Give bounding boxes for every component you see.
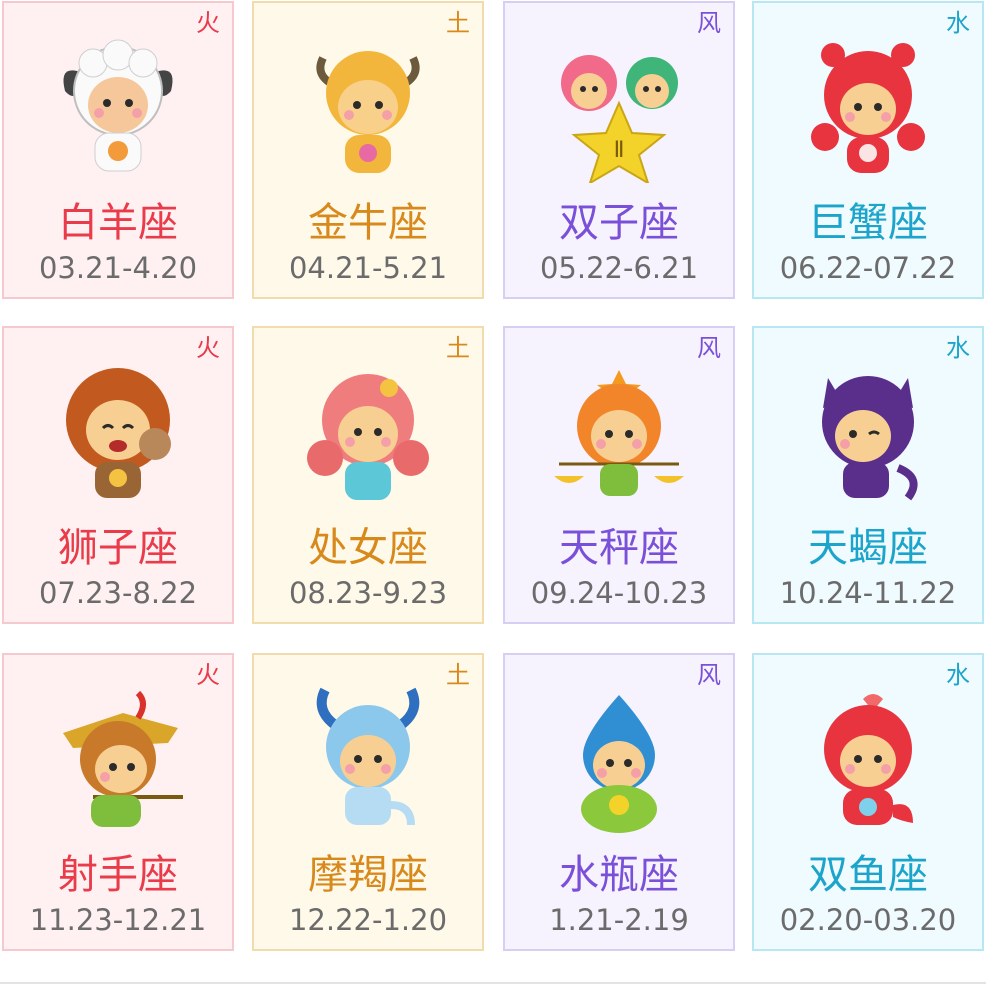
zodiac-card-aquarius[interactable]: 风 水瓶座 1.21-2.19 (503, 653, 735, 951)
element-label: 土 (446, 334, 470, 362)
zodiac-card-cancer[interactable]: 水 巨蟹座 06.22-07.22 (752, 1, 984, 299)
zodiac-card-gemini[interactable]: 风 Ⅱ 双子座 05.22-6.21 (503, 1, 735, 299)
zodiac-name: 水瓶座 (559, 852, 679, 898)
element-label: 土 (446, 661, 470, 689)
zodiac-name: 白羊座 (58, 200, 178, 246)
aries-character-icon (63, 39, 173, 172)
zodiac-card-capricorn[interactable]: 土 摩羯座 12.22-1.20 (252, 653, 484, 951)
zodiac-name: 天秤座 (559, 525, 679, 571)
virgo-character-icon (307, 374, 429, 500)
zodiac-grid: 火 白羊座 03.21-4.20 土 金牛座 04.21-5.21 风 Ⅱ 双子… (0, 0, 986, 988)
zodiac-dates: 03.21-4.20 (38, 251, 198, 285)
zodiac-card-virgo[interactable]: 土 处女座 08.23-9.23 (252, 326, 484, 624)
zodiac-dates: 09.24-10.23 (530, 576, 708, 610)
element-label: 水 (946, 9, 970, 37)
zodiac-dates: 11.23-12.21 (29, 903, 207, 937)
leo-character-icon (66, 368, 171, 498)
zodiac-name: 金牛座 (308, 200, 428, 246)
zodiac-card-sagittarius[interactable]: 火 射手座 11.23-12.21 (2, 653, 234, 951)
capricorn-character-icon (316, 687, 420, 826)
element-label: 火 (196, 661, 220, 689)
zodiac-dates: 08.23-9.23 (288, 576, 448, 610)
zodiac-name: 天蝎座 (808, 525, 928, 571)
zodiac-dates: 10.24-11.22 (779, 576, 957, 610)
element-label: 水 (946, 661, 970, 689)
element-label: 火 (196, 334, 220, 362)
element-label: 火 (196, 9, 220, 37)
sagittarius-character-icon (63, 690, 183, 827)
element-label: 风 (697, 661, 721, 689)
zodiac-dates: 06.22-07.22 (779, 251, 957, 285)
libra-character-icon (554, 370, 684, 496)
cancer-character-icon (811, 43, 925, 173)
element-label: 风 (697, 9, 721, 37)
pisces-character-icon (824, 694, 913, 825)
aquarius-character-icon (581, 695, 657, 833)
zodiac-card-aries[interactable]: 火 白羊座 03.21-4.20 (2, 1, 234, 299)
zodiac-card-leo[interactable]: 火 狮子座 07.23-8.22 (2, 326, 234, 624)
zodiac-name: 射手座 (58, 852, 178, 898)
taurus-character-icon (316, 51, 420, 173)
zodiac-name: 双鱼座 (808, 852, 928, 898)
svg-text:Ⅱ: Ⅱ (614, 138, 625, 163)
zodiac-card-libra[interactable]: 风 天秤座 09.24-10.23 (503, 326, 735, 624)
zodiac-name: 狮子座 (58, 525, 178, 571)
zodiac-name: 摩羯座 (308, 852, 428, 898)
zodiac-name: 双子座 (559, 200, 679, 246)
gemini-character-icon: Ⅱ (561, 55, 678, 183)
zodiac-card-taurus[interactable]: 土 金牛座 04.21-5.21 (252, 1, 484, 299)
zodiac-dates: 1.21-2.19 (549, 903, 689, 937)
scorpio-character-icon (822, 376, 918, 501)
zodiac-dates: 05.22-6.21 (539, 251, 699, 285)
divider (0, 982, 986, 984)
zodiac-card-scorpio[interactable]: 水 天蝎座 10.24-11.22 (752, 326, 984, 624)
zodiac-name: 处女座 (308, 525, 428, 571)
element-label: 水 (946, 334, 970, 362)
zodiac-name: 巨蟹座 (808, 200, 928, 246)
element-label: 土 (446, 9, 470, 37)
zodiac-dates: 02.20-03.20 (779, 903, 957, 937)
zodiac-card-pisces[interactable]: 水 双鱼座 02.20-03.20 (752, 653, 984, 951)
zodiac-dates: 07.23-8.22 (38, 576, 198, 610)
element-label: 风 (697, 334, 721, 362)
zodiac-dates: 12.22-1.20 (288, 903, 448, 937)
zodiac-dates: 04.21-5.21 (288, 251, 448, 285)
